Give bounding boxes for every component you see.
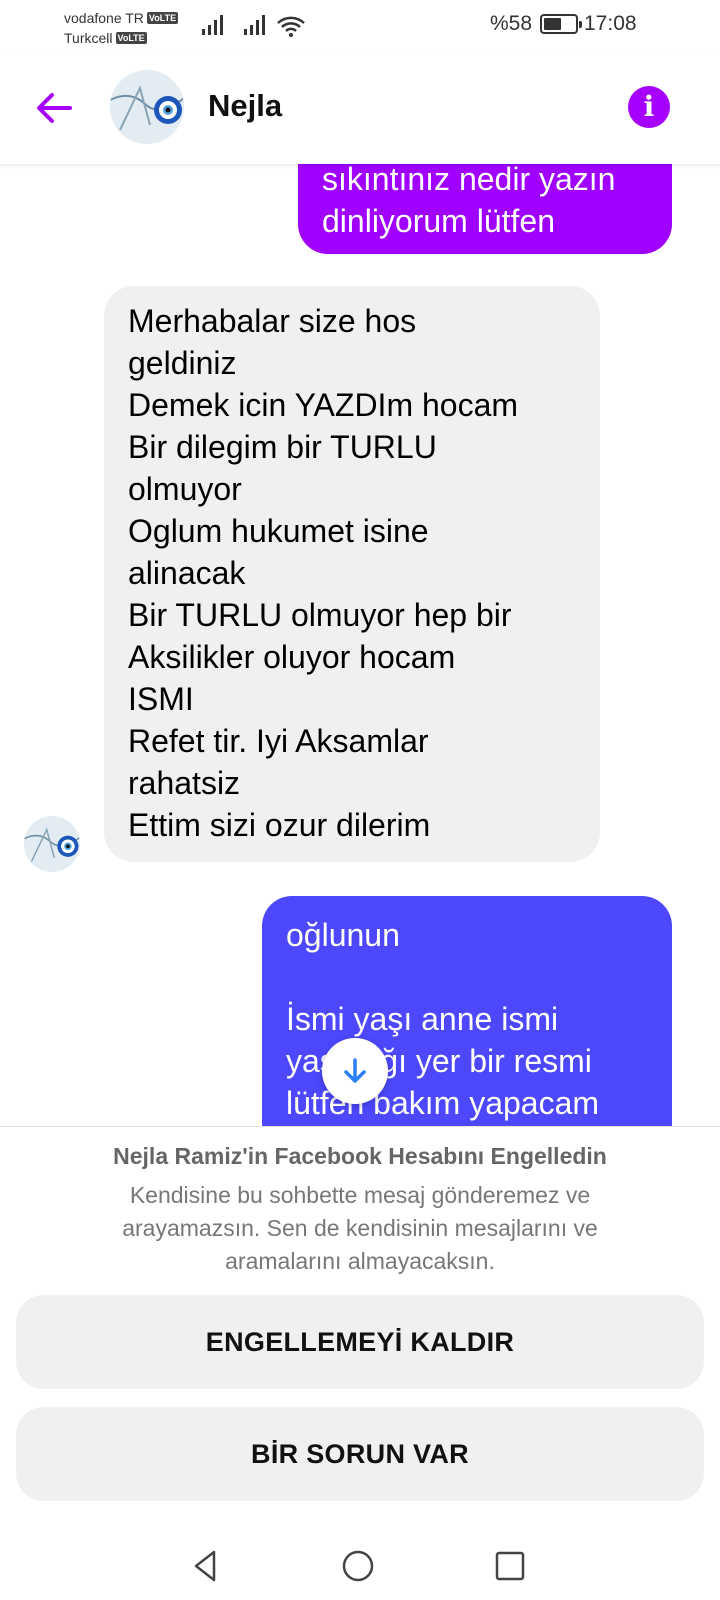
arrow-left-icon[interactable] [32, 86, 76, 130]
conversation-header: Nejla i [0, 52, 720, 164]
square-recents-icon[interactable] [490, 1546, 530, 1586]
carrier-2-name: Turkcell [64, 30, 113, 46]
message-thread[interactable]: sıkıntınız nedir yazın dinliyorum lütfen… [0, 164, 720, 1126]
blocked-title: Nejla Ramiz'in Facebook Hesabını Engelle… [113, 1143, 607, 1169]
outgoing-message[interactable]: sıkıntınız nedir yazın dinliyorum lütfen [298, 164, 672, 254]
volte-badge: VoLTE [146, 12, 179, 24]
system-navigation-bar [0, 1546, 720, 1600]
unblock-button[interactable]: ENGELLEMEYİ KALDIR [16, 1295, 704, 1389]
sender-avatar[interactable] [24, 816, 80, 872]
wifi-icon [277, 16, 305, 37]
battery-icon [540, 14, 583, 34]
report-problem-button[interactable]: BİR SORUN VAR [16, 1407, 704, 1501]
contact-name[interactable]: Nejla [208, 88, 282, 124]
volte-badge: VoLTE [115, 32, 147, 44]
clock: 17:08 [584, 12, 637, 35]
circle-home-icon[interactable] [338, 1546, 378, 1586]
battery-level-fill [544, 18, 562, 30]
signal-icon [202, 15, 223, 35]
info-icon[interactable]: i [628, 86, 670, 128]
outgoing-message[interactable]: oğlunun İsmi yaşı anne ismi yaşadığı yer… [262, 896, 672, 1126]
arrow-down-icon [344, 1058, 366, 1083]
incoming-message[interactable]: Merhabalar size hos geldiniz Demek icin … [104, 286, 600, 862]
signal-icon [244, 15, 265, 35]
carrier-1-name: vodafone TR [64, 10, 144, 26]
status-bar: vodafone TR VoLTE Turkcell VoLTE %58 17:… [0, 0, 720, 52]
triangle-back-icon[interactable] [186, 1546, 226, 1586]
blocked-notice-panel: Nejla Ramiz'in Facebook Hesabını Engelle… [0, 1126, 720, 1546]
battery-percent: %58 [490, 12, 533, 35]
contact-avatar[interactable] [110, 70, 184, 144]
blocked-description: Kendisine bu sohbette mesaj gönderemez v… [122, 1182, 598, 1274]
scroll-to-bottom-button[interactable] [322, 1038, 388, 1104]
carrier-info: vodafone TR VoLTE Turkcell VoLTE [64, 8, 179, 48]
